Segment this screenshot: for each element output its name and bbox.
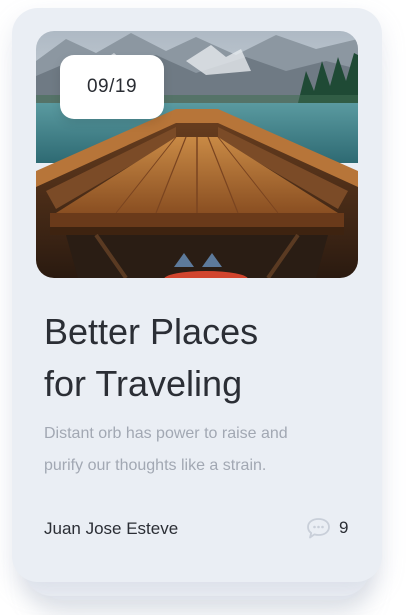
speech-bubble-icon [307,517,330,538]
comment-count: 9 [339,518,349,537]
author-name[interactable]: Juan Jose Esteve [44,519,178,539]
article-card[interactable]: 09/19 Better Places for Traveling Distan… [12,8,382,582]
article-description-line-2: purify our thoughts like a strain. [44,457,267,474]
date-badge: 09/19 [60,55,164,119]
card-stack: 09/19 Better Places for Traveling Distan… [0,0,414,615]
comments-button[interactable]: 9 [306,515,348,541]
article-description-line-1: Distant orb has power to raise and [44,425,288,442]
article-title[interactable]: Better Places for Traveling [44,306,354,410]
article-description: Distant orb has power to raise and purif… [44,418,344,482]
article-title-line-1: Better Places [44,311,259,352]
article-title-line-2: for Traveling [44,363,243,404]
